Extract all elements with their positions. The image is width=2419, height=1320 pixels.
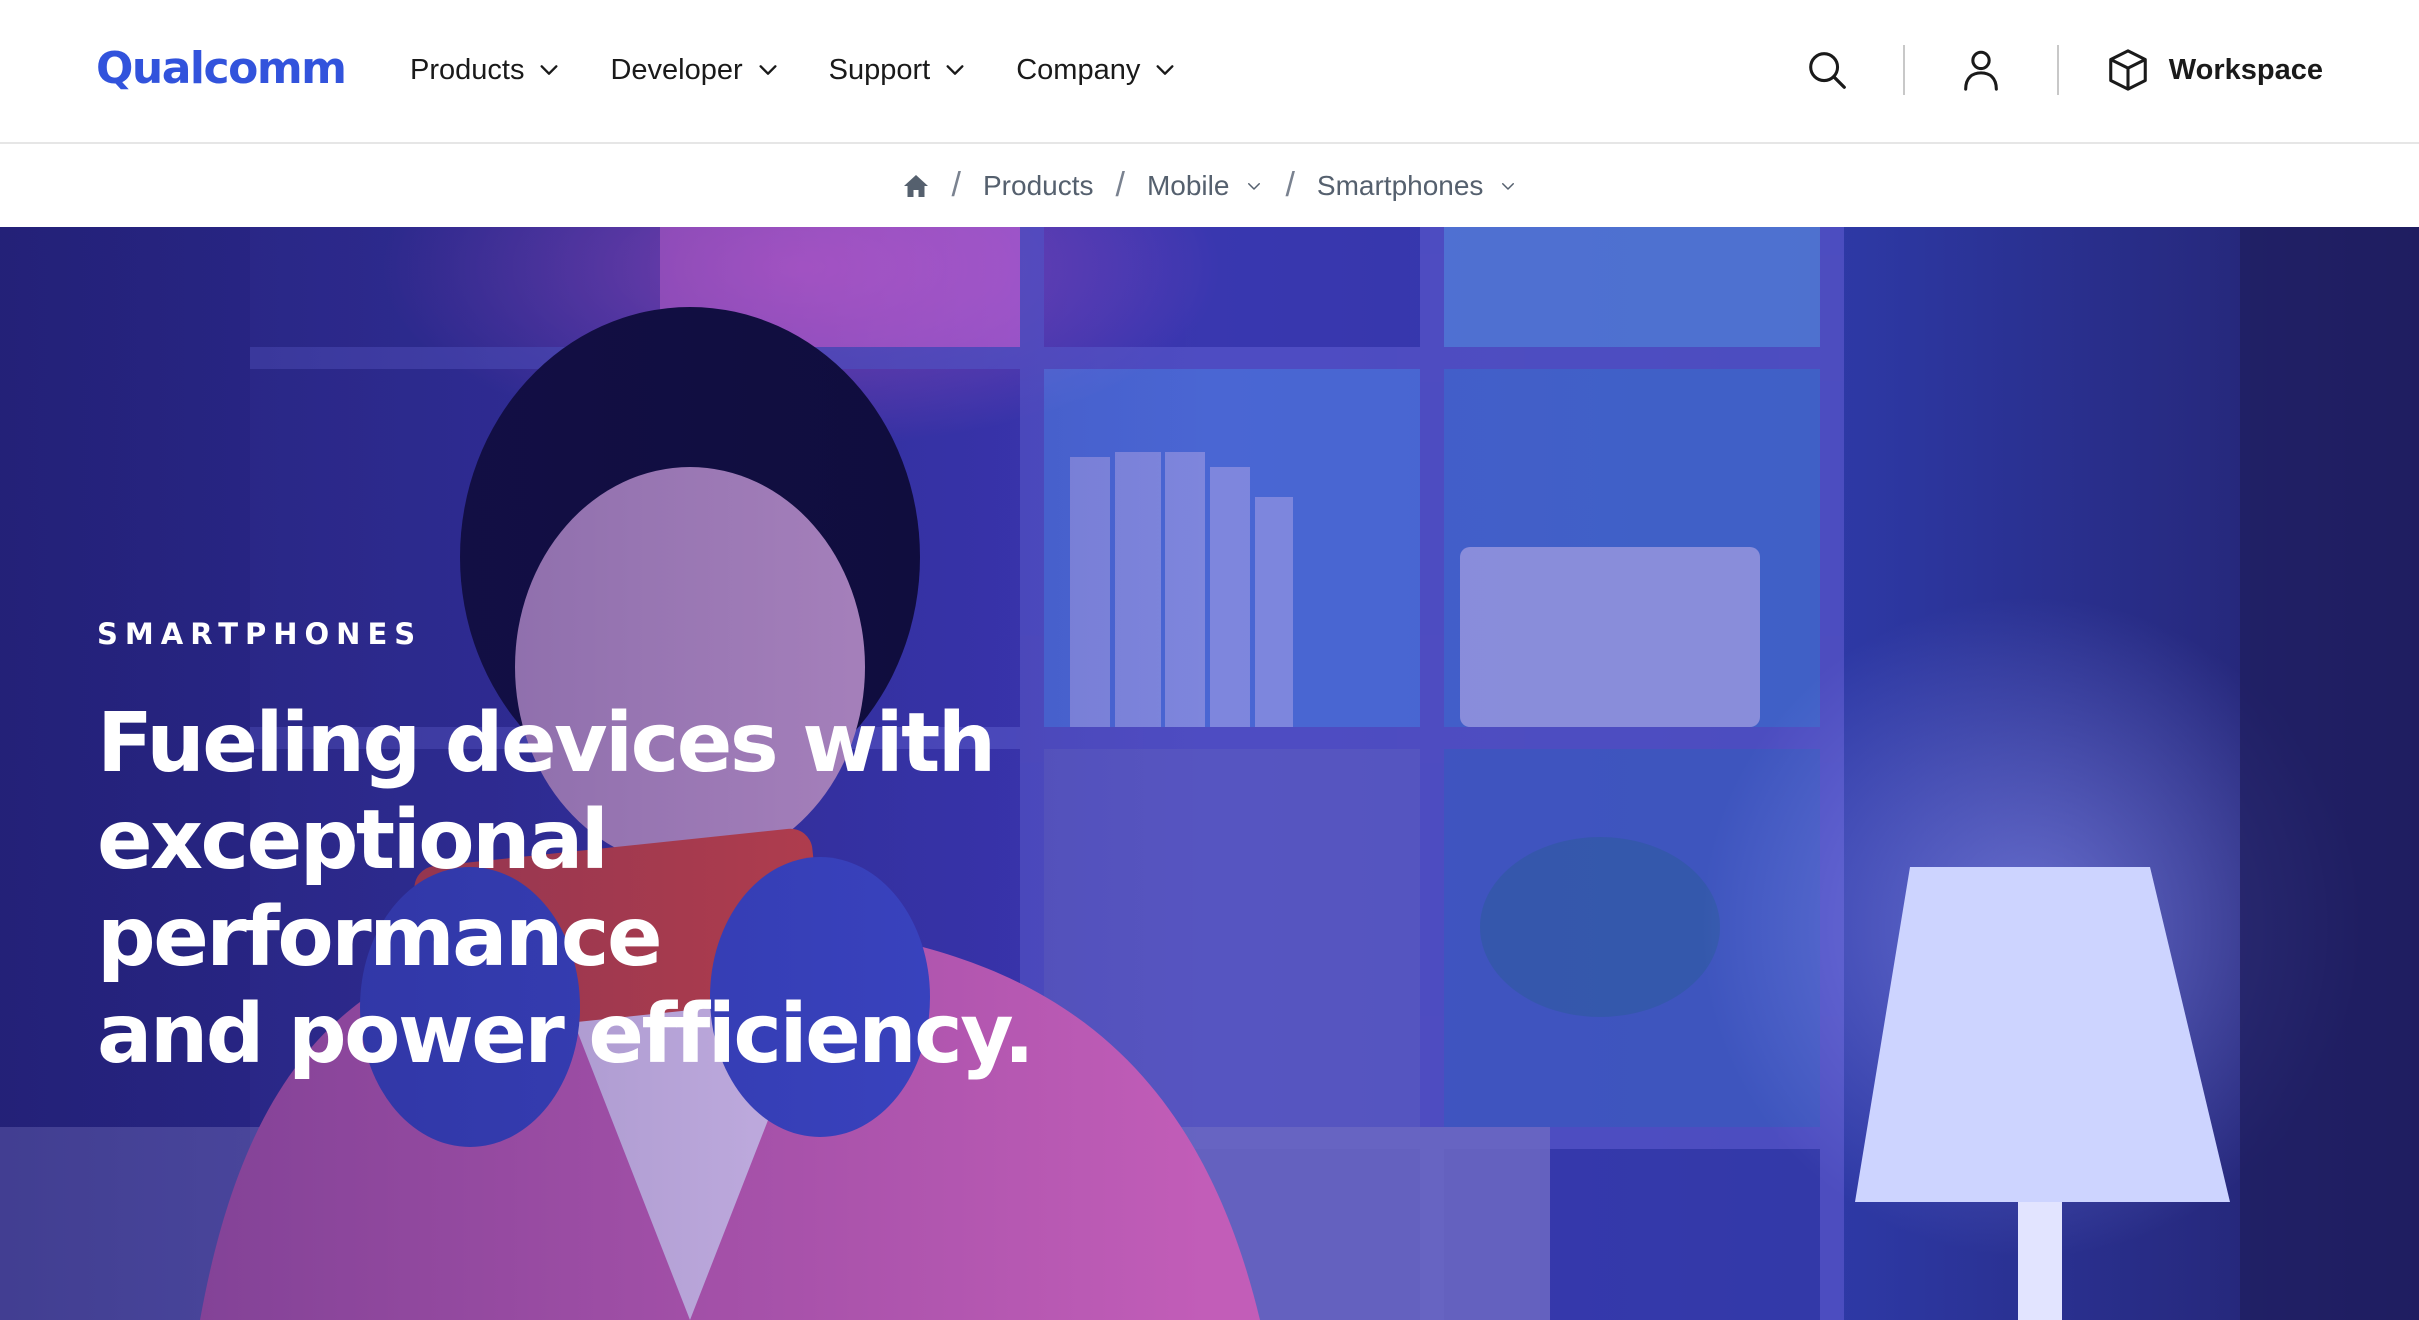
- nav-item-products[interactable]: Products: [410, 54, 560, 87]
- account-button[interactable]: [1951, 40, 2011, 100]
- headline-line: Fueling devices with: [97, 696, 996, 791]
- chevron-down-icon: [759, 65, 777, 75]
- breadcrumb-item-mobile[interactable]: Mobile: [1147, 170, 1263, 202]
- chevron-down-icon: [540, 65, 558, 75]
- breadcrumb-label: Products: [983, 169, 1094, 201]
- workspace-button[interactable]: Workspace: [2105, 47, 2323, 93]
- divider: [2056, 45, 2059, 95]
- nav-item-label: Developer: [610, 53, 743, 86]
- chevron-down-icon: [1502, 182, 1515, 190]
- nav-item-label: Company: [1016, 53, 1141, 86]
- cube-icon: [2108, 49, 2147, 91]
- chevron-down-icon: [946, 65, 964, 75]
- breadcrumb-item-products[interactable]: Products: [983, 170, 1094, 202]
- main-menu: Products Developer Support Company: [410, 40, 1176, 100]
- top-navigation: Qualcomm Products Developer Support Comp…: [0, 0, 2419, 144]
- breadcrumb-label: Mobile: [1146, 169, 1230, 201]
- nav-item-company[interactable]: Company: [1016, 54, 1176, 87]
- hero-banner: SMARTPHONES Fueling devices with excepti…: [0, 227, 2419, 1320]
- nav-item-support[interactable]: Support: [829, 54, 967, 87]
- breadcrumb-item-smartphones[interactable]: Smartphones: [1317, 170, 1518, 202]
- breadcrumb: / Products / Mobile / Smartphones: [0, 144, 2419, 227]
- hero-text-block: SMARTPHONES Fueling devices with excepti…: [97, 617, 1097, 1083]
- user-icon: [1963, 50, 1998, 91]
- search-button[interactable]: [1797, 40, 1857, 100]
- workspace-label: Workspace: [2168, 53, 2323, 86]
- breadcrumb-separator: /: [1285, 166, 1295, 204]
- search-icon: [1808, 52, 1846, 89]
- breadcrumb-separator: /: [951, 166, 961, 204]
- hero-eyebrow: SMARTPHONES: [97, 617, 423, 651]
- chevron-down-icon: [1156, 65, 1174, 75]
- breadcrumb-home[interactable]: [902, 172, 930, 200]
- divider: [1902, 45, 1905, 95]
- nav-utilities: Workspace: [1797, 40, 2323, 100]
- home-icon: [903, 174, 928, 197]
- headline-line: and power efficiency.: [97, 987, 1035, 1082]
- breadcrumb-separator: /: [1115, 166, 1125, 204]
- headline-line: exceptional performance: [97, 793, 663, 985]
- nav-item-label: Support: [828, 53, 931, 86]
- nav-item-developer[interactable]: Developer: [610, 54, 778, 87]
- hero-headline: Fueling devices with exceptional perform…: [97, 695, 1097, 1083]
- chevron-down-icon: [1248, 182, 1261, 190]
- breadcrumb-label: Smartphones: [1316, 169, 1484, 201]
- qualcomm-logo[interactable]: Qualcomm: [96, 38, 347, 98]
- nav-item-label: Products: [410, 53, 525, 86]
